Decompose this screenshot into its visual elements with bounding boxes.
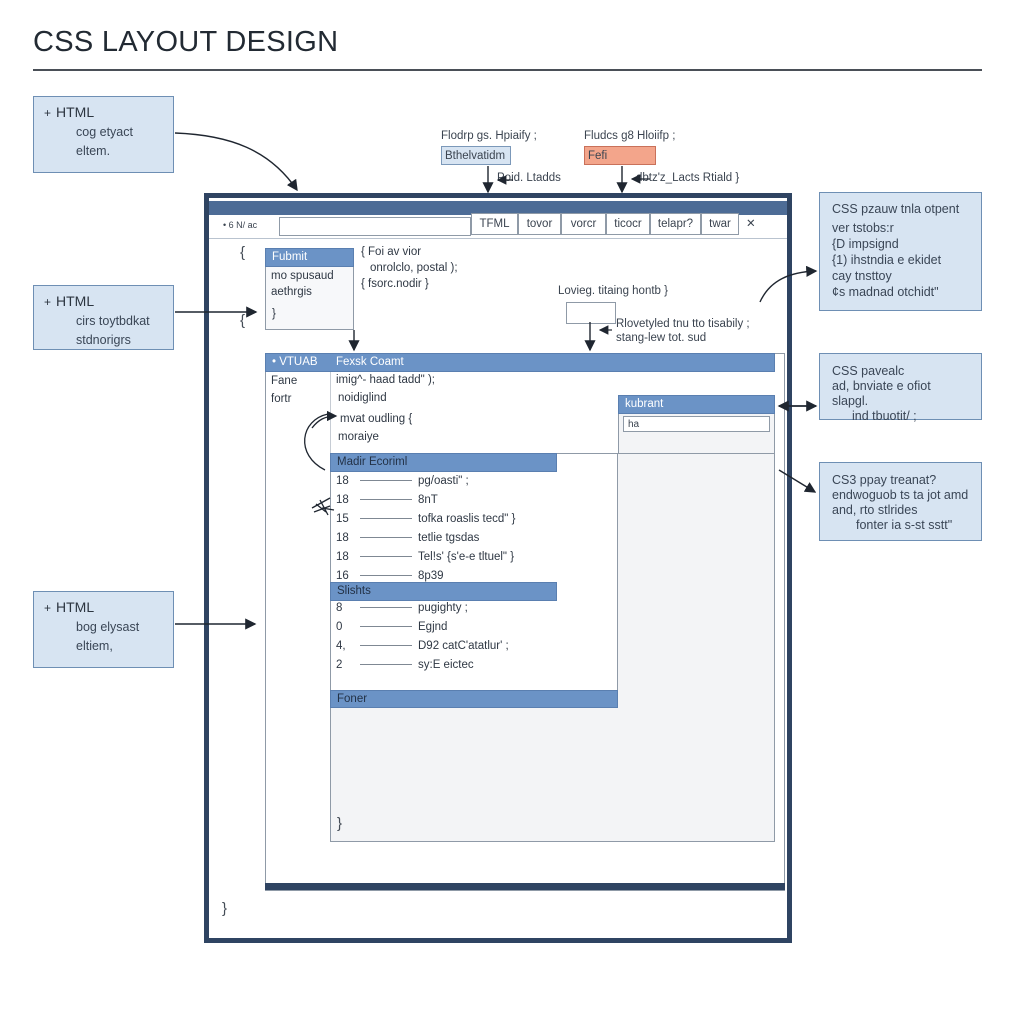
connector-layer	[174, 132, 818, 630]
arrow-connector	[174, 132, 298, 192]
cluster-arrow-icon	[311, 497, 335, 516]
arrow-connector	[311, 410, 338, 429]
arrow-connector	[778, 469, 817, 493]
arrow-connector	[759, 265, 818, 303]
